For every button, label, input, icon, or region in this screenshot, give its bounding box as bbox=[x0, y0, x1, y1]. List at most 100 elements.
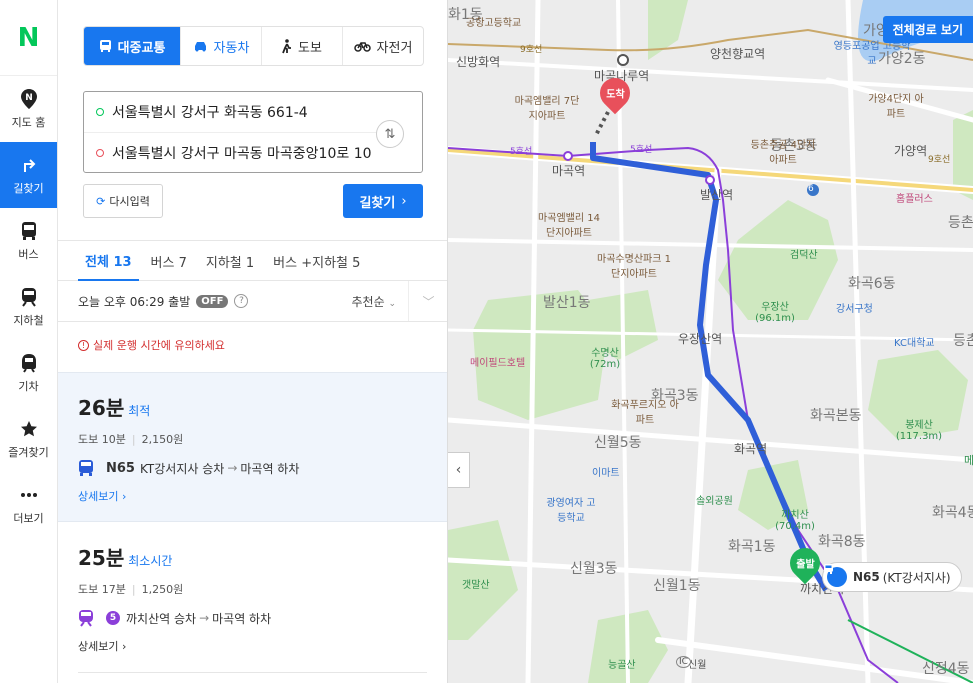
mode-transit[interactable]: 대중교통 bbox=[84, 27, 181, 65]
directions-panel: 대중교통 자동차 도보 자전거 서울특별시 강서구 화곡동 661-4 서울특별… bbox=[58, 0, 448, 683]
bus-stop-name: (KT강서지사) bbox=[882, 570, 951, 585]
fare: 2,150원 bbox=[141, 433, 184, 446]
arrival-label: 도착 bbox=[605, 89, 625, 101]
chevron-down-icon: ⌄ bbox=[388, 298, 396, 309]
bus-icon bbox=[824, 564, 847, 587]
rail-item-label: 길찾기 bbox=[13, 182, 44, 195]
left-nav-rail: N N 지도 홈 길찾기 버스 지하철 기차 즐겨찾기 더보기 bbox=[0, 0, 58, 683]
rail-item-directions[interactable]: 길찾기 bbox=[0, 142, 57, 208]
sort-label: 추천순 bbox=[351, 294, 385, 309]
map-label-poi: 솔외공원 bbox=[696, 496, 733, 507]
result-tag: 최소시간 bbox=[128, 554, 173, 568]
rail-item-label: 더보기 bbox=[13, 512, 44, 525]
result-tabs: 전체 13 버스 7 지하철 1 버스 +지하철 5 bbox=[58, 240, 447, 281]
map-label-poi: 이마트 bbox=[592, 468, 620, 479]
map-label-poi: 가양4단지 아파트 bbox=[868, 94, 924, 120]
map-label-district: 발산1동 bbox=[543, 295, 591, 311]
end-dot-icon bbox=[96, 148, 104, 157]
realtime-toggle[interactable]: OFF bbox=[196, 294, 229, 308]
mode-walk[interactable]: 도보 bbox=[262, 27, 343, 65]
chevron-right-icon: › bbox=[401, 193, 407, 209]
map-label-edge: 메 bbox=[964, 454, 973, 467]
map-label-poi: 마곡수명산파크 1단지아파트 bbox=[597, 254, 671, 280]
help-icon[interactable]: ? bbox=[234, 294, 249, 308]
mode-label: 대중교통 bbox=[117, 40, 166, 56]
map-label-station: 양천향교역 bbox=[710, 47, 766, 61]
map-label-poi: 메이필드호텔 bbox=[470, 358, 526, 369]
result-title: 26분 최적 bbox=[78, 392, 447, 421]
map-label-poi: KC대학교 bbox=[894, 338, 935, 349]
result-item[interactable]: 25분 최소시간 도보 17분 | 1,250원 5 까치산역 승차 → 마곡역 하차… bbox=[58, 523, 447, 673]
result-tag: 최적 bbox=[128, 404, 151, 418]
mode-car[interactable]: 자동차 bbox=[181, 27, 262, 65]
tab-subway[interactable]: 지하철 1 bbox=[199, 241, 261, 281]
arrow-right-icon: → bbox=[199, 611, 210, 625]
sort-dropdown[interactable]: 추천순 ⌄ bbox=[352, 293, 397, 310]
rail-item-subway[interactable]: 지하철 bbox=[0, 274, 57, 340]
result-meta: 도보 17분 | 1,250원 bbox=[78, 583, 184, 596]
mode-label: 자전거 bbox=[376, 40, 413, 56]
full-route-button[interactable]: 전체경로 보기 bbox=[882, 16, 973, 43]
swap-button[interactable]: ⇅ bbox=[376, 120, 404, 148]
map-label-mountain: 수명산 (72m) bbox=[589, 348, 621, 370]
map-label-poi: 홈플러스 bbox=[896, 194, 933, 205]
map-label-mountain: 봉제산 (117.3m) bbox=[895, 420, 943, 442]
map-label-line: 5호선 bbox=[510, 147, 533, 157]
refresh-icon: ⟳ bbox=[96, 194, 106, 208]
collapse-button[interactable]: ﹀ bbox=[408, 281, 447, 321]
rail-item-map-home[interactable]: N 지도 홈 bbox=[0, 76, 57, 142]
route-input-box: 서울특별시 강서구 화곡동 661-4 서울특별시 강서구 마곡동 마곡중앙10… bbox=[83, 91, 423, 173]
line-5-badge: 5 bbox=[106, 611, 120, 625]
find-route-button[interactable]: 길찾기 › bbox=[343, 184, 423, 218]
walk-icon bbox=[282, 38, 292, 54]
map-label-poi: 화곡푸르지오 아파트 bbox=[611, 400, 679, 426]
walk-time: 도보 17분 bbox=[78, 583, 126, 596]
result-item[interactable]: 26분 최적 도보 10분 | 2,150원 N65 KT강서지사 승차 → 마곡역 … bbox=[58, 372, 447, 522]
bus-stop-chip[interactable]: N65 (KT강서지사) bbox=[822, 562, 962, 592]
bus-icon bbox=[18, 220, 40, 242]
detail-label: 상세보기 bbox=[78, 490, 119, 503]
result-route-line: 5 까치산역 승차 → 마곡역 하차 bbox=[78, 609, 447, 627]
end-address: 서울특별시 강서구 마곡동 마곡중앙10로 10 bbox=[112, 145, 372, 162]
map-label-poi: 광영여자 고등학교 bbox=[546, 498, 596, 524]
board-stop: KT강서지사 승차 bbox=[139, 461, 225, 476]
map-label-line: 5호선 bbox=[630, 145, 653, 155]
notice-message: ! 실제 운행 시간에 유의하세요 bbox=[78, 337, 225, 353]
panel-collapse-toggle[interactable]: ‹ bbox=[448, 452, 470, 488]
detail-link[interactable]: 상세보기 › bbox=[78, 488, 447, 504]
bus-route-number: N65 bbox=[853, 570, 880, 584]
more-dots-icon bbox=[18, 484, 40, 506]
fare: 1,250원 bbox=[141, 583, 184, 596]
map-label-poi: 등촌주공 4단지아파트 bbox=[750, 140, 816, 166]
result-meta: 도보 10분 | 2,150원 bbox=[78, 433, 184, 446]
tab-all[interactable]: 전체 13 bbox=[78, 241, 139, 281]
rail-item-label: 버스 bbox=[18, 248, 39, 261]
map-label-poi: 마곡엠밸리 14단지아파트 bbox=[538, 213, 600, 239]
map-label-poi: 마곡엠밸리 7단지아파트 bbox=[514, 96, 580, 122]
board-stop: 까치산역 승차 bbox=[126, 611, 197, 626]
mode-bicycle[interactable]: 자전거 bbox=[343, 27, 423, 65]
naver-logo[interactable]: N bbox=[0, 0, 57, 76]
bus-icon bbox=[78, 459, 96, 477]
rail-item-more[interactable]: 더보기 bbox=[0, 472, 57, 538]
map-view[interactable]: 발산1동 화곡3동 신월5동 화곡1동 화곡8동 화곡본동 화곡6동 가양2동 … bbox=[448, 0, 973, 683]
rail-item-favorites[interactable]: 즐겨찾기 bbox=[0, 406, 57, 472]
start-field[interactable]: 서울특별시 강서구 화곡동 661-4 bbox=[84, 92, 384, 132]
tab-bus-subway[interactable]: 버스 +지하철 5 bbox=[266, 241, 367, 281]
rail-item-train[interactable]: 기차 bbox=[0, 340, 57, 406]
end-field[interactable]: 서울특별시 강서구 마곡동 마곡중앙10로 10 bbox=[84, 132, 384, 172]
map-pin-icon: N bbox=[18, 88, 40, 110]
map-label-mountain: 우장산 (96.1m) bbox=[755, 302, 795, 324]
start-address: 서울특별시 강서구 화곡동 661-4 bbox=[112, 105, 308, 121]
detail-link[interactable]: 상세보기 › bbox=[78, 638, 447, 654]
reset-button[interactable]: ⟳ 다시입력 bbox=[83, 184, 163, 218]
rail-item-bus[interactable]: 버스 bbox=[0, 208, 57, 274]
map-label-district: 화곡본동 bbox=[810, 408, 862, 424]
directions-icon bbox=[18, 154, 40, 176]
departure-time[interactable]: 오늘 오후 06:29 출발 bbox=[78, 293, 190, 310]
map-label-line: 9호선 bbox=[520, 45, 543, 55]
bus-route-number: N65 bbox=[106, 460, 135, 476]
departure-row: 오늘 오후 06:29 출발 OFF ? 추천순 ⌄ ﹀ bbox=[58, 281, 447, 322]
tab-bus[interactable]: 버스 7 bbox=[144, 241, 194, 281]
chevron-left-icon: ‹ bbox=[455, 462, 462, 478]
